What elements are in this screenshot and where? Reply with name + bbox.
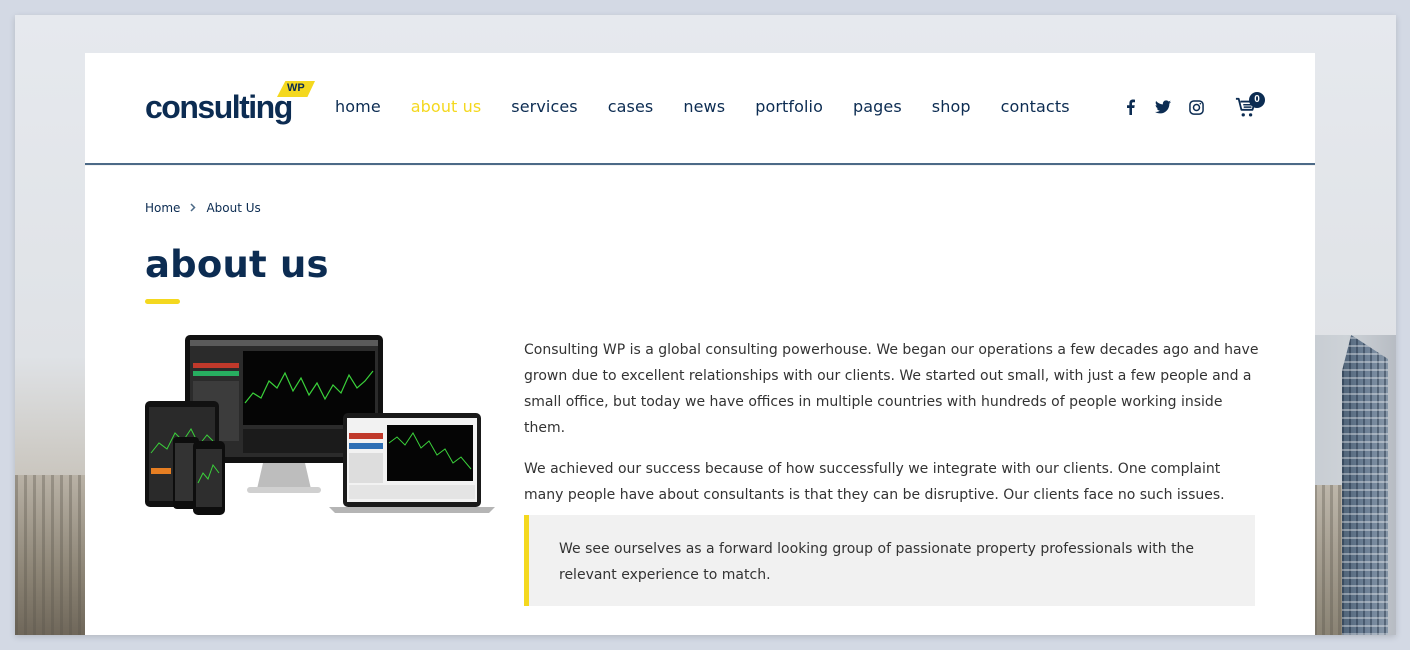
facebook-icon[interactable] <box>1122 98 1138 116</box>
nav-item-about-us[interactable]: about us <box>411 97 482 116</box>
logo-text: consulting <box>145 89 293 125</box>
nav-item-contacts[interactable]: contacts <box>1001 97 1070 116</box>
chevron-right-icon <box>190 202 196 215</box>
nav-item-pages[interactable]: pages <box>853 97 902 116</box>
breadcrumb: Home About Us <box>145 201 261 215</box>
page-title: about us <box>145 243 329 286</box>
about-paragraph-1: Consulting WP is a global consulting pow… <box>524 342 1259 436</box>
nav-item-services[interactable]: services <box>511 97 577 116</box>
logo-badge-text: WP <box>287 82 305 94</box>
page-card: consulting WP home about us services cas… <box>85 53 1315 635</box>
title-underline <box>145 299 180 304</box>
breadcrumb-current: About Us <box>206 201 261 215</box>
nav-item-news[interactable]: news <box>683 97 725 116</box>
nav-item-shop[interactable]: shop <box>932 97 971 116</box>
instagram-icon[interactable] <box>1188 98 1204 116</box>
skyscraper-right <box>1314 335 1396 635</box>
main-nav: home about us services cases news portfo… <box>335 97 1100 116</box>
twitter-icon[interactable] <box>1155 98 1171 116</box>
about-quote: We see ourselves as a forward looking gr… <box>524 515 1255 606</box>
nav-item-portfolio[interactable]: portfolio <box>755 97 823 116</box>
about-copy: Consulting WP is a global consulting pow… <box>524 337 1259 523</box>
city-skyline-left <box>15 475 85 635</box>
devices-image <box>143 333 498 515</box>
nav-item-home[interactable]: home <box>335 97 381 116</box>
site-logo[interactable]: consulting WP <box>145 81 320 126</box>
logo-badge: WP <box>277 81 315 97</box>
breadcrumb-home[interactable]: Home <box>145 201 180 215</box>
nav-item-cases[interactable]: cases <box>608 97 654 116</box>
cart-count-badge: 0 <box>1249 92 1265 108</box>
site-header: consulting WP home about us services cas… <box>85 53 1315 165</box>
social-links <box>1122 98 1221 116</box>
about-paragraph-2: We achieved our success because of how s… <box>524 461 1225 503</box>
